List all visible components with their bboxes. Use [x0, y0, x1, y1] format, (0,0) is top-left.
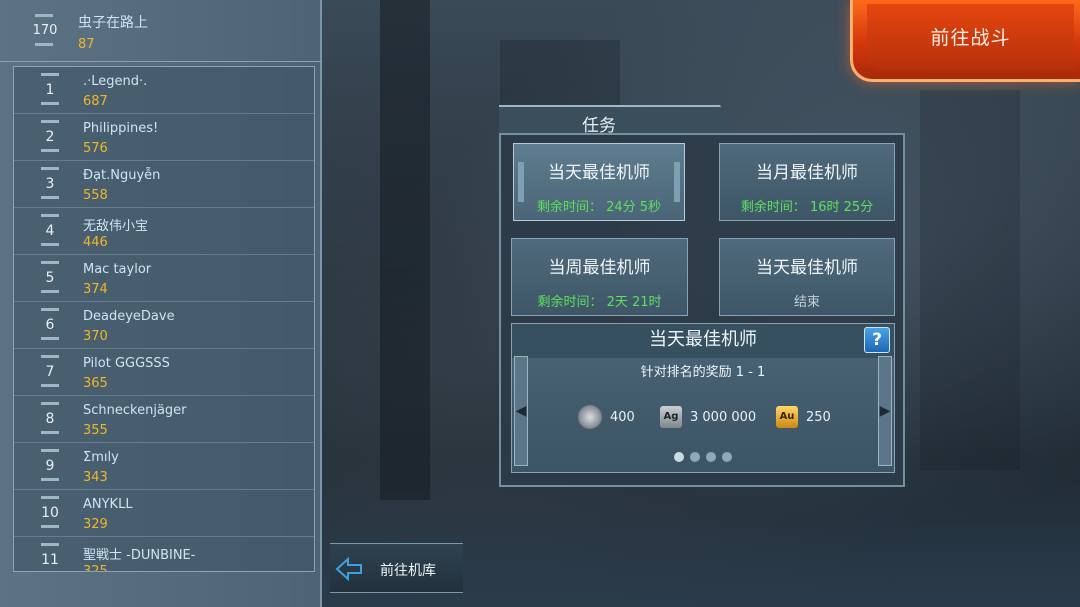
go-to-hangar-button[interactable]: 前往机库 — [330, 543, 463, 593]
leaderboard-row[interactable]: 11 聖戦士 -DUNBINE- 325 — [14, 537, 314, 572]
rank-badge: 10 — [38, 496, 62, 528]
rank-player-score: 370 — [83, 329, 108, 344]
leaderboard-row[interactable]: 7 Pilot GGGSSS 365 — [14, 349, 314, 396]
leaderboard-row[interactable]: 1 .·Legend·. 687 — [14, 67, 314, 114]
leaderboard-row[interactable]: 5 Mac taylor 374 — [14, 255, 314, 302]
rank-badge: 3 — [38, 167, 62, 199]
chevron-left-icon: ◀ — [515, 403, 527, 419]
leaderboard-row[interactable]: 10 ANYKLL 329 — [14, 490, 314, 537]
mission-title: 当月最佳机师 — [756, 163, 858, 183]
rank-player-name: Pilot GGGSSS — [83, 356, 170, 371]
rank-player-name: 无敌伟小宝 — [83, 219, 149, 234]
mission-card-weekly[interactable]: 当周最佳机师 剩余时间： 2天 21时 — [511, 238, 688, 316]
reward-panel: 当天最佳机师 ? 针对排名的奖励 1 - 1 ◀ ▶ 400 Ag 3 000 … — [511, 323, 895, 473]
mission-status-ended: 结束 — [793, 295, 820, 310]
rank-player-score: 687 — [83, 94, 108, 109]
rank-player-score: 365 — [83, 376, 108, 391]
rank-badge: 11 — [38, 543, 62, 571]
reward-title: 当天最佳机师 — [512, 324, 894, 358]
silver-ag-icon: Ag — [660, 406, 682, 428]
rank-player-name: .·Legend·. — [83, 74, 148, 89]
reward-page-indicator — [512, 452, 894, 462]
player-rank-row[interactable]: 170 虫子在路上 87 — [0, 0, 322, 62]
mission-timer: 剩余时间： 16时 25分 — [740, 200, 874, 215]
gold-au-icon: Au — [776, 406, 798, 428]
go-to-battle-button[interactable]: 前往战斗 — [850, 0, 1080, 82]
leaderboard-list[interactable]: 1 .·Legend·. 687 2 Philippines! 576 3 Đạ… — [13, 66, 315, 572]
reward-subtitle: 针对排名的奖励 1 - 1 — [640, 365, 766, 380]
page-dot[interactable] — [674, 452, 684, 462]
leaderboard-row[interactable]: 3 Đạt.Nguyễn 558 — [14, 161, 314, 208]
next-reward-button[interactable]: ▶ — [878, 356, 892, 466]
page-dot[interactable] — [722, 452, 732, 462]
rank-badge: 6 — [38, 308, 62, 340]
rank-player-name: Schneckenjäger — [83, 403, 187, 418]
page-dot[interactable] — [690, 452, 700, 462]
leaderboard-panel: 170 虫子在路上 87 1 .·Legend·. 687 2 Philippi… — [0, 0, 322, 607]
previous-reward-button[interactable]: ◀ — [514, 356, 528, 466]
back-arrow-icon — [335, 556, 362, 582]
mission-title: 当天最佳机师 — [756, 258, 858, 278]
reward-item-gold: Au 250 — [776, 404, 831, 430]
rank-player-score: 558 — [83, 188, 108, 203]
rank-badge: 7 — [38, 355, 62, 387]
missions-panel: 当天最佳机师 剩余时间： 24分 5秒 当月最佳机师 剩余时间： 16时 25分… — [499, 133, 905, 487]
rank-player-score: 374 — [83, 282, 108, 297]
rank-player-score: 343 — [83, 470, 108, 485]
rank-player-name: Σmıly — [83, 450, 119, 465]
mission-card-daily-ended[interactable]: 当天最佳机师 结束 — [719, 238, 895, 316]
rank-player-score: 576 — [83, 141, 108, 156]
rank-player-name: Mac taylor — [83, 262, 152, 277]
rank-badge: 5 — [38, 261, 62, 293]
mission-title: 当天最佳机师 — [548, 163, 650, 183]
reward-item-mech-token: 400 — [578, 404, 635, 430]
rank-badge: 1 — [38, 73, 62, 105]
rank-player-name: Philippines! — [83, 121, 159, 136]
leaderboard-row[interactable]: 2 Philippines! 576 — [14, 114, 314, 161]
mission-timer: 剩余时间： 24分 5秒 — [536, 200, 662, 215]
rank-badge: 2 — [38, 120, 62, 152]
rank-badge: 4 — [38, 214, 62, 246]
rank-badge: 8 — [38, 402, 62, 434]
reward-value: 3 000 000 — [690, 409, 757, 425]
missions-tab: 任务 — [499, 105, 739, 135]
go-to-hangar-label: 前往机库 — [380, 563, 436, 579]
leaderboard-row[interactable]: 4 无敌伟小宝 446 — [14, 208, 314, 255]
reward-value: 400 — [610, 409, 635, 425]
rank-badge: 9 — [38, 449, 62, 481]
rank-player-name: ANYKLL — [83, 497, 133, 512]
leaderboard-row[interactable]: 8 Schneckenjäger 355 — [14, 396, 314, 443]
mission-title: 当周最佳机师 — [548, 258, 651, 278]
mission-card-monthly[interactable]: 当月最佳机师 剩余时间： 16时 25分 — [719, 143, 895, 221]
mech-token-icon — [578, 405, 602, 429]
rank-player-name: DeadeyeDave — [83, 309, 175, 324]
rank-player-score: 329 — [83, 517, 108, 532]
rank-player-name: Đạt.Nguyễn — [83, 168, 161, 183]
reward-value: 250 — [806, 409, 831, 425]
reward-item-silver: Ag 3 000 000 — [660, 404, 756, 430]
background-pillar — [380, 0, 430, 500]
rank-player-name: 聖戦士 -DUNBINE- — [83, 548, 196, 563]
rank-player-score: 355 — [83, 423, 108, 438]
mission-card-daily[interactable]: 当天最佳机师 剩余时间： 24分 5秒 — [513, 143, 685, 221]
leaderboard-row[interactable]: 9 Σmıly 343 — [14, 443, 314, 490]
leaderboard-row[interactable]: 6 DeadeyeDave 370 — [14, 302, 314, 349]
rank-player-score: 446 — [83, 235, 108, 250]
chevron-right-icon: ▶ — [879, 403, 891, 419]
rank-player-score: 325 — [83, 564, 108, 572]
player-rank-badge: 170 — [32, 14, 58, 46]
mission-timer: 剩余时间： 2天 21时 — [537, 295, 662, 310]
player-name: 虫子在路上 — [78, 15, 148, 31]
go-to-battle-label: 前往战斗 — [867, 4, 1074, 69]
help-button[interactable]: ? — [864, 327, 890, 353]
background-mech-silhouette — [920, 90, 1020, 470]
player-score: 87 — [78, 37, 95, 52]
page-dot[interactable] — [706, 452, 716, 462]
